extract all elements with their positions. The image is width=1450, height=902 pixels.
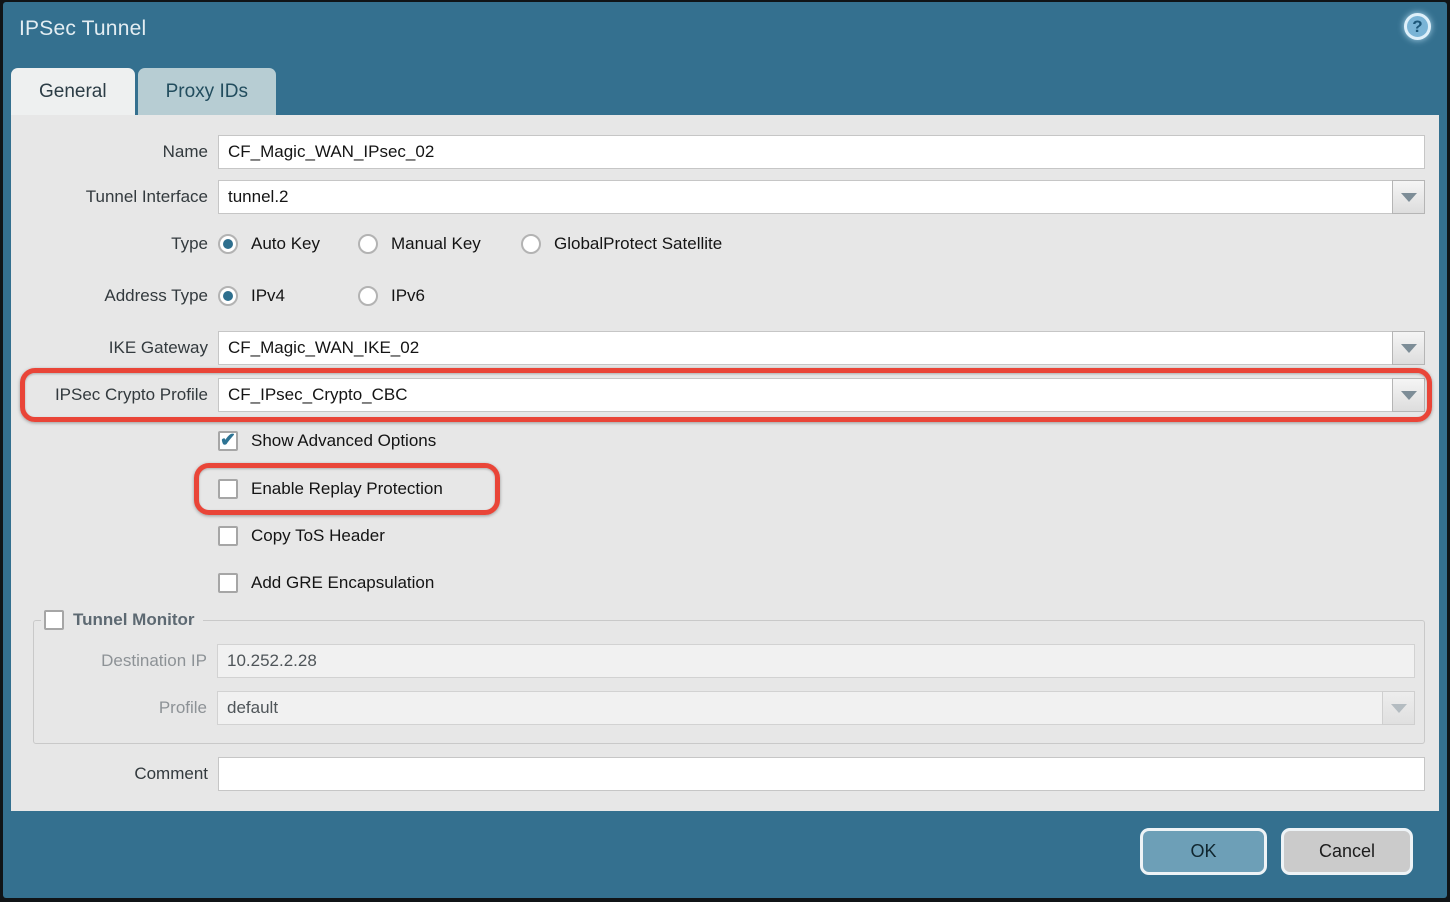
cancel-button[interactable]: Cancel [1281, 828, 1413, 875]
enable-replay-protection-checkbox[interactable]: Enable Replay Protection [218, 479, 443, 499]
comment-row: Comment [11, 757, 1439, 791]
monitor-profile-row: Profile default [34, 691, 1415, 725]
add-gre-encapsulation-checkbox[interactable]: Add GRE Encapsulation [218, 573, 434, 593]
checkbox-unchecked-icon [44, 610, 64, 630]
destination-ip-label: Destination IP [34, 651, 217, 671]
ike-gateway-dropdown-button[interactable] [1392, 331, 1425, 365]
monitor-profile-combo: default [217, 691, 1415, 725]
tunnel-monitor-fieldset: Tunnel Monitor Destination IP 10.252.2.2… [33, 610, 1425, 744]
ipsec-crypto-profile-input[interactable]: CF_IPsec_Crypto_CBC [218, 378, 1392, 412]
ipsec-crypto-profile-dropdown-button[interactable] [1392, 378, 1425, 412]
tunnel-monitor-legend: Tunnel Monitor [41, 610, 203, 630]
checkbox-unchecked-icon [218, 479, 238, 499]
help-icon[interactable]: ? [1404, 13, 1431, 40]
comment-label: Comment [11, 764, 218, 784]
checkbox-unchecked-icon [218, 526, 238, 546]
radio-unselected-icon [358, 286, 378, 306]
ike-gateway-label: IKE Gateway [11, 338, 218, 358]
type-row: Type Auto Key Manual Key GlobalProtect S… [11, 230, 1439, 257]
copy-tos-header-checkbox[interactable]: Copy ToS Header [218, 526, 385, 546]
name-label: Name [11, 142, 218, 162]
ike-gateway-combo: CF_Magic_WAN_IKE_02 [218, 331, 1425, 365]
ipsec-crypto-profile-label: IPSec Crypto Profile [11, 385, 218, 405]
radio-globalprotect-satellite[interactable]: GlobalProtect Satellite [521, 234, 722, 254]
checkbox-checked-icon [218, 431, 238, 451]
name-row: Name CF_Magic_WAN_IPsec_02 [11, 135, 1439, 169]
tab-general[interactable]: General [11, 68, 135, 115]
dialog-titlebar: IPSec Tunnel ? [3, 2, 1447, 64]
checkbox-unchecked-icon [218, 573, 238, 593]
ike-gateway-row: IKE Gateway CF_Magic_WAN_IKE_02 [11, 331, 1439, 365]
tunnel-monitor-label: Tunnel Monitor [73, 610, 195, 630]
radio-ipv6[interactable]: IPv6 [358, 286, 425, 306]
ike-gateway-input[interactable]: CF_Magic_WAN_IKE_02 [218, 331, 1392, 365]
comment-input[interactable] [218, 757, 1425, 791]
address-type-label: Address Type [11, 286, 218, 306]
tab-proxy-ids[interactable]: Proxy IDs [138, 68, 276, 115]
ipsec-crypto-profile-combo: CF_IPsec_Crypto_CBC [218, 378, 1425, 412]
monitor-profile-dropdown-button [1382, 691, 1415, 725]
dialog-title: IPSec Tunnel [19, 17, 146, 41]
radio-unselected-icon [521, 234, 541, 254]
chevron-down-icon [1401, 391, 1417, 400]
destination-ip-row: Destination IP 10.252.2.28 [34, 644, 1415, 678]
ipsec-crypto-profile-row: IPSec Crypto Profile CF_IPsec_Crypto_CBC [11, 378, 1439, 412]
monitor-profile-label: Profile [34, 698, 217, 718]
tunnel-interface-combo: tunnel.2 [218, 180, 1425, 214]
add-gre-encapsulation-row: Add GRE Encapsulation [11, 571, 1439, 595]
tunnel-interface-row: Tunnel Interface tunnel.2 [11, 180, 1439, 214]
tunnel-monitor-checkbox[interactable] [44, 610, 64, 630]
copy-tos-header-row: Copy ToS Header [11, 524, 1439, 548]
chevron-down-icon [1401, 344, 1417, 353]
address-type-row: Address Type IPv4 IPv6 [11, 282, 1439, 309]
chevron-down-icon [1391, 704, 1407, 713]
tunnel-interface-label: Tunnel Interface [11, 187, 218, 207]
radio-unselected-icon [358, 234, 378, 254]
ipsec-tunnel-dialog: IPSec Tunnel ? General Proxy IDs Name CF… [3, 2, 1447, 898]
destination-ip-input: 10.252.2.28 [217, 644, 1415, 678]
tunnel-interface-dropdown-button[interactable] [1392, 180, 1425, 214]
chevron-down-icon [1401, 193, 1417, 202]
type-label: Type [11, 234, 218, 254]
enable-replay-protection-row: Enable Replay Protection [11, 477, 1439, 501]
show-advanced-options-checkbox[interactable]: Show Advanced Options [218, 431, 436, 451]
general-tab-panel: Name CF_Magic_WAN_IPsec_02 Tunnel Interf… [11, 115, 1439, 811]
name-input[interactable]: CF_Magic_WAN_IPsec_02 [218, 135, 1425, 169]
radio-auto-key[interactable]: Auto Key [218, 234, 358, 254]
tab-bar: General Proxy IDs [11, 68, 276, 115]
tunnel-interface-input[interactable]: tunnel.2 [218, 180, 1392, 214]
radio-selected-icon [218, 286, 238, 306]
radio-manual-key[interactable]: Manual Key [358, 234, 521, 254]
radio-selected-icon [218, 234, 238, 254]
ok-button[interactable]: OK [1140, 828, 1267, 875]
radio-ipv4[interactable]: IPv4 [218, 286, 358, 306]
monitor-profile-input: default [217, 691, 1382, 725]
show-advanced-options-row: Show Advanced Options [11, 429, 1439, 453]
